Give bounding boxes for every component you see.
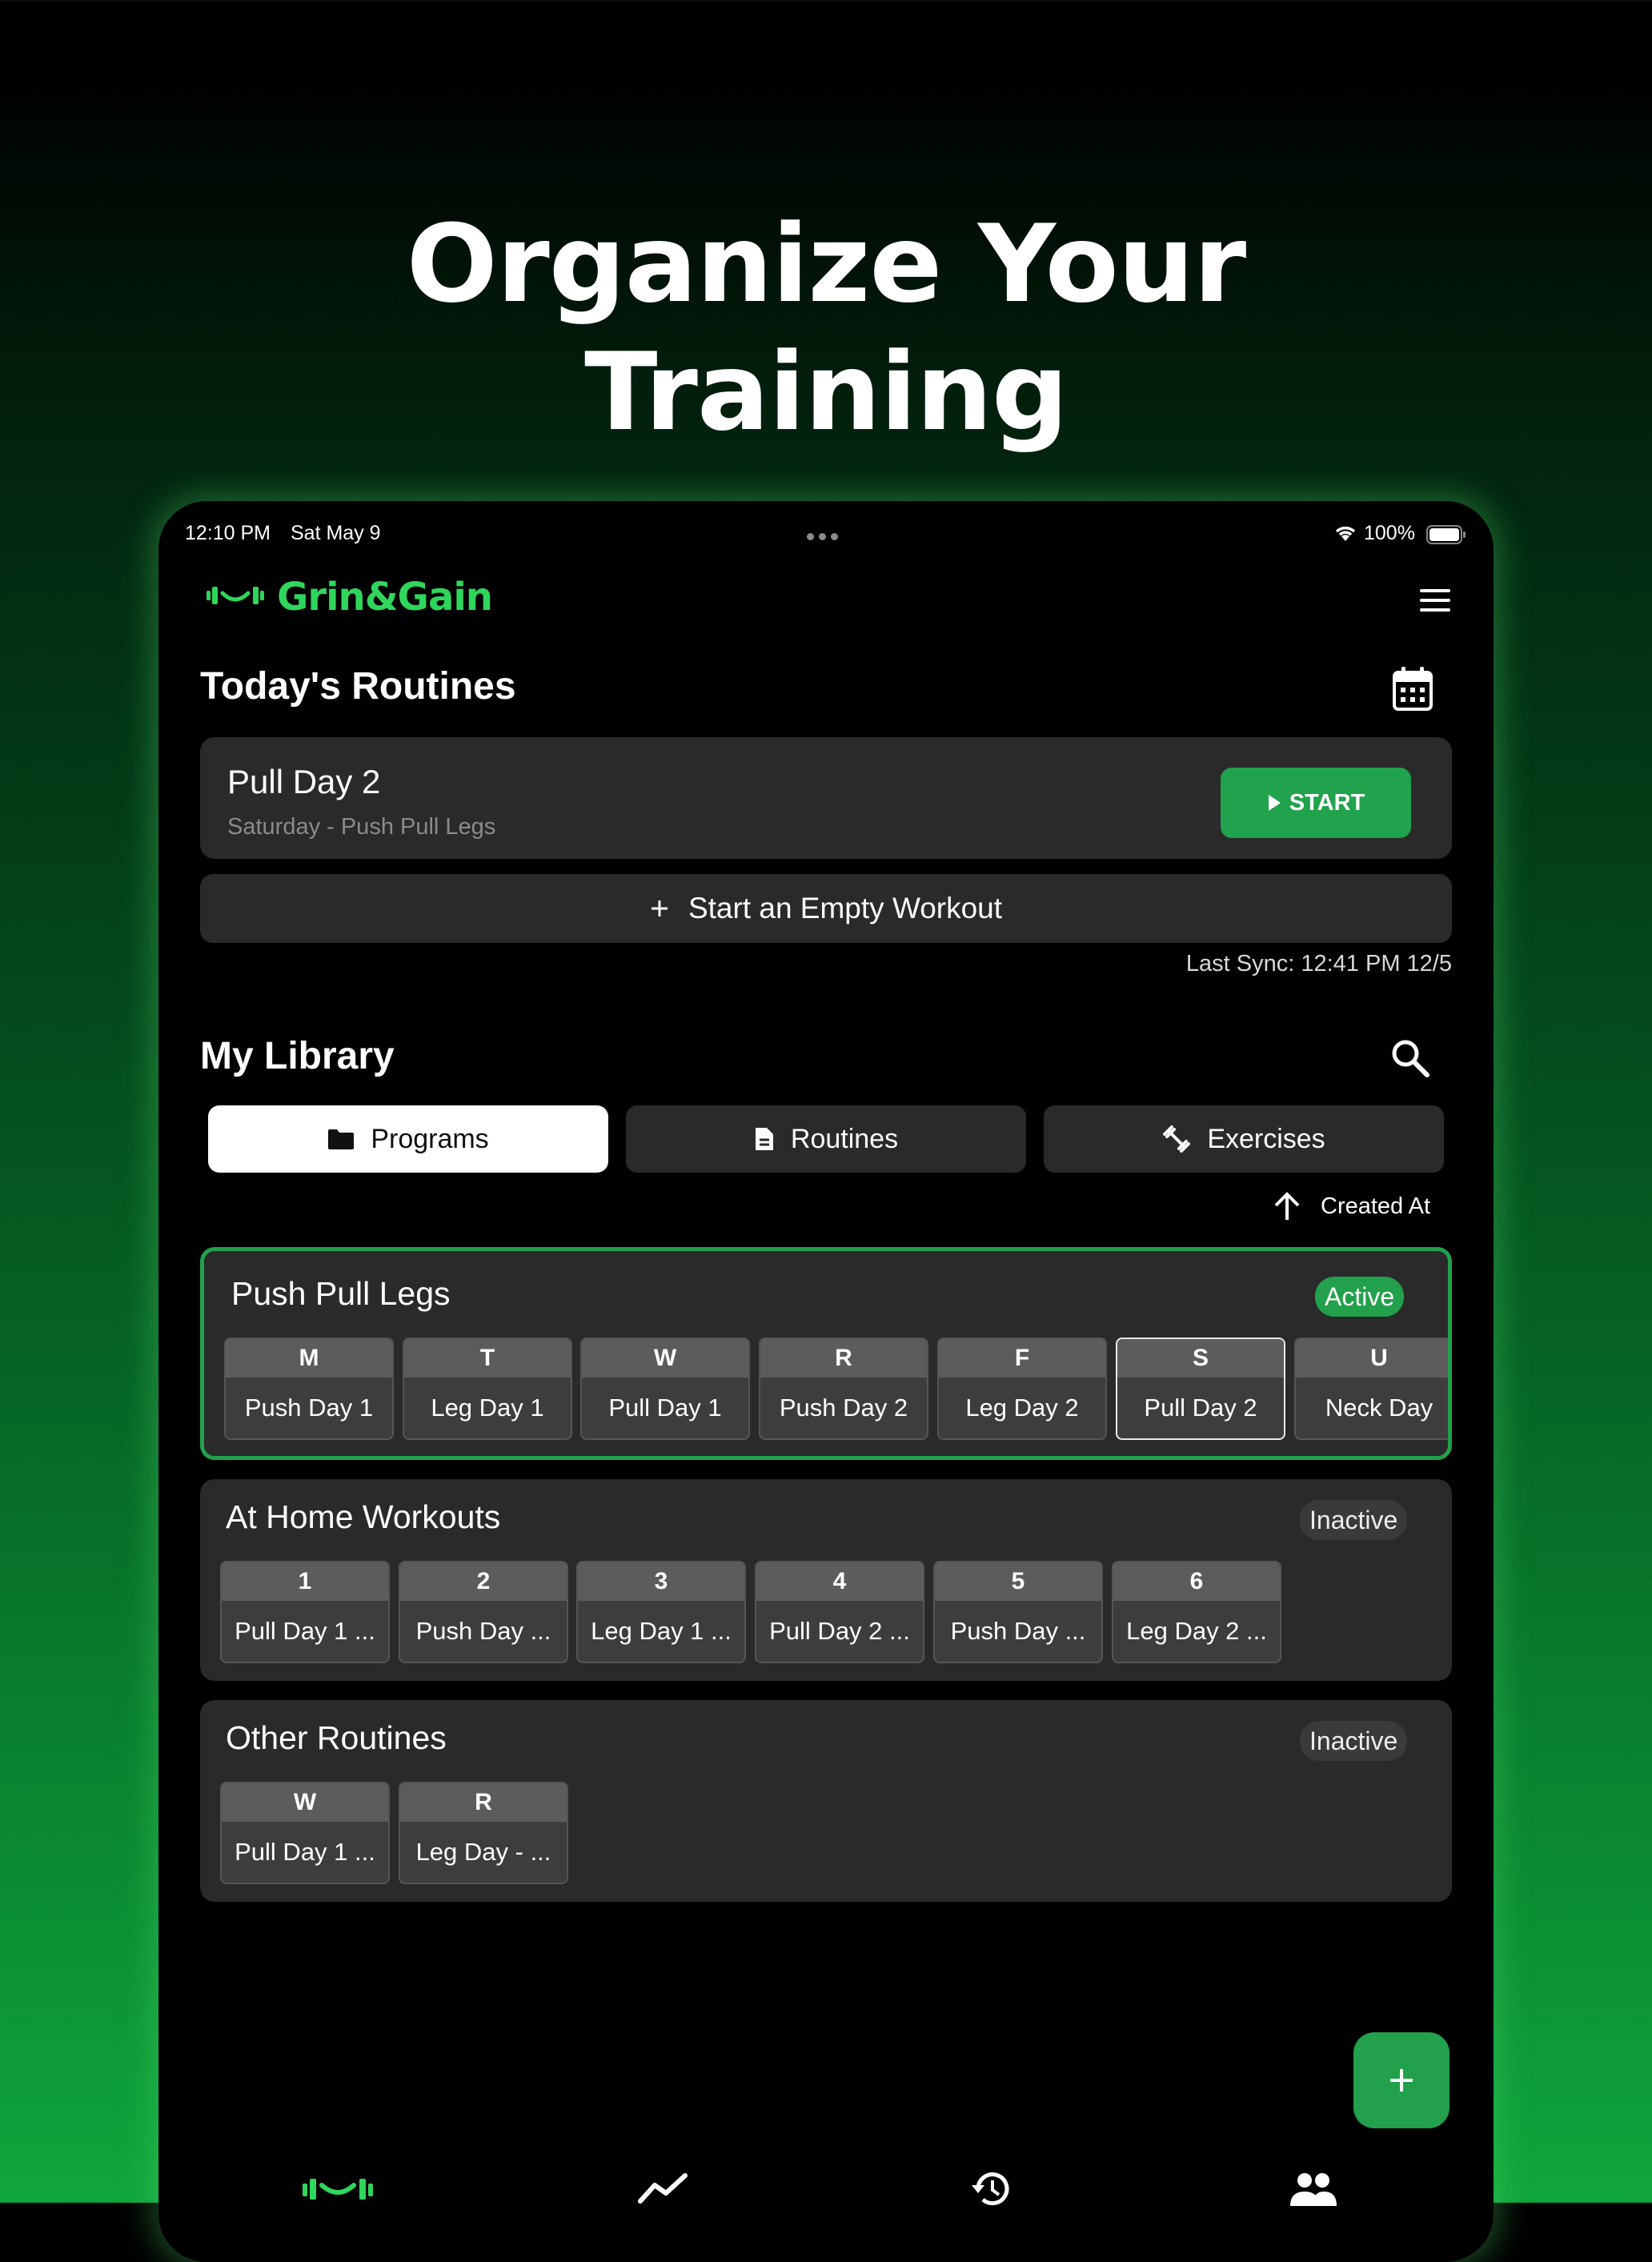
program-card-push-pull-legs[interactable]: Push Pull Legs Active M Push Day 1 T Leg D… (200, 1247, 1452, 1460)
home-icon[interactable] (301, 2172, 375, 2208)
day-routine: Pull Day 2 ... (769, 1617, 910, 1645)
day-card[interactable]: U Neck Day (1294, 1338, 1448, 1440)
start-label: START (1289, 789, 1365, 816)
day-card[interactable]: M Push Day 1 (224, 1338, 394, 1440)
search-icon[interactable] (1389, 1037, 1431, 1083)
day-routine: Push Day ... (415, 1617, 551, 1645)
day-routine: Leg Day 2 (965, 1394, 1079, 1422)
my-library-title: My Library (200, 1035, 395, 1077)
program-card-at-home-workouts[interactable]: At Home Workouts Inactive 1 Pull Day 1 ..… (200, 1479, 1452, 1681)
day-routine: Pull Day 2 (1144, 1394, 1257, 1422)
day-key: 2 (400, 1562, 567, 1601)
multitask-dots-icon[interactable] (807, 530, 843, 544)
day-routine: Leg Day 1 ... (591, 1617, 732, 1645)
day-key: T (404, 1339, 571, 1378)
day-card[interactable]: F Leg Day 2 (937, 1338, 1107, 1440)
plus-icon (650, 899, 669, 918)
day-card[interactable]: 6 Leg Day 2 ... (1112, 1561, 1281, 1663)
sort-control[interactable]: Created At (1273, 1191, 1430, 1221)
start-empty-workout-button[interactable]: Start an Empty Workout (200, 874, 1452, 943)
tab-exercises[interactable]: Exercises (1044, 1105, 1444, 1173)
day-card[interactable]: R Leg Day - ... (399, 1782, 568, 1884)
day-card[interactable]: 2 Push Day ... (399, 1561, 568, 1663)
day-key: 6 (1113, 1562, 1280, 1601)
tab-routines-label: Routines (790, 1123, 899, 1154)
battery-percent: 100% (1364, 522, 1415, 544)
document-icon (754, 1126, 775, 1152)
tab-routines[interactable]: Routines (626, 1105, 1026, 1173)
day-key: 4 (756, 1562, 923, 1601)
day-card[interactable]: 4 Pull Day 2 ... (755, 1561, 924, 1663)
day-routine: Leg Day - ... (415, 1838, 551, 1866)
day-routine: Push Day 1 (244, 1394, 374, 1422)
progress-icon[interactable] (637, 2172, 688, 2208)
day-card-selected[interactable]: S Pull Day 2 (1116, 1338, 1285, 1440)
program-name: Push Pull Legs (231, 1275, 451, 1312)
day-routine: Leg Day 1 (431, 1394, 544, 1422)
day-card[interactable]: W Pull Day 1 ... (220, 1782, 390, 1884)
play-icon (1267, 794, 1281, 812)
day-card[interactable]: T Leg Day 1 (403, 1338, 572, 1440)
day-key: R (400, 1783, 567, 1822)
app-logo-icon (205, 584, 266, 612)
wifi-icon (1333, 523, 1357, 547)
day-card[interactable]: R Push Day 2 (759, 1338, 928, 1440)
dumbbell-icon (1162, 1125, 1191, 1153)
tab-exercises-label: Exercises (1207, 1123, 1325, 1154)
day-routine: Pull Day 1 ... (235, 1617, 375, 1645)
status-badge: Inactive (1300, 1500, 1408, 1540)
todays-routines-title: Today's Routines (200, 665, 516, 708)
day-routine: Leg Day 2 ... (1126, 1617, 1267, 1645)
plus-icon (1387, 2066, 1416, 2095)
day-card[interactable]: 3 Leg Day 1 ... (576, 1561, 746, 1663)
headline-line-1: Organize Your (406, 202, 1246, 327)
menu-icon[interactable] (1420, 589, 1450, 618)
day-key: S (1117, 1339, 1284, 1378)
program-name: Other Routines (226, 1719, 447, 1756)
day-key: 5 (935, 1562, 1101, 1601)
folder-icon (327, 1128, 355, 1150)
routine-name: Pull Day 2 (227, 763, 381, 800)
headline-line-2: Training (584, 330, 1069, 455)
app-name: Grin&Gain (277, 575, 493, 620)
day-routine: Push Day 2 (779, 1394, 908, 1422)
program-card-other-routines[interactable]: Other Routines Inactive W Pull Day 1 ... … (200, 1700, 1452, 1902)
add-button[interactable] (1353, 2032, 1450, 2128)
start-button[interactable]: START (1221, 768, 1411, 838)
program-name: At Home Workouts (226, 1498, 501, 1535)
day-card[interactable]: W Pull Day 1 (580, 1338, 750, 1440)
community-icon[interactable] (1289, 2171, 1338, 2210)
sort-label: Created At (1321, 1193, 1431, 1219)
calendar-icon[interactable] (1391, 666, 1434, 716)
battery-icon (1426, 525, 1466, 548)
day-routine: Pull Day 1 ... (235, 1838, 375, 1866)
routine-subtitle: Saturday - Push Pull Legs (227, 814, 496, 840)
arrow-up-icon (1273, 1191, 1301, 1221)
tablet-frame: 12:10 PM Sat May 9 100% Grin&Gain Today'… (158, 501, 1494, 2262)
day-routine: Neck Day (1325, 1394, 1433, 1422)
day-key: W (582, 1339, 748, 1378)
day-key: F (939, 1339, 1105, 1378)
status-badge: Inactive (1300, 1721, 1408, 1761)
day-key: 3 (578, 1562, 744, 1601)
empty-workout-label: Start an Empty Workout (688, 892, 1003, 924)
tab-programs[interactable]: Programs (208, 1105, 608, 1173)
day-key: 1 (222, 1562, 388, 1601)
headline: Organize Your Training (0, 200, 1652, 456)
day-key: W (222, 1783, 388, 1822)
day-key: R (760, 1339, 927, 1378)
day-routine: Pull Day 1 (608, 1394, 722, 1422)
status-time: 12:10 PM (185, 522, 271, 544)
day-card[interactable]: 5 Push Day ... (933, 1561, 1103, 1663)
day-key: M (226, 1339, 392, 1378)
last-sync-text: Last Sync: 12:41 PM 12/5 (1185, 951, 1452, 977)
history-icon[interactable] (968, 2169, 1013, 2212)
app-brand[interactable]: Grin&Gain (205, 575, 493, 620)
status-date: Sat May 9 (291, 522, 381, 544)
tab-programs-label: Programs (371, 1123, 489, 1154)
day-card[interactable]: 1 Pull Day 1 ... (220, 1561, 390, 1663)
day-routine: Push Day ... (950, 1617, 1086, 1645)
status-badge: Active (1315, 1277, 1405, 1317)
day-key: U (1296, 1339, 1448, 1378)
